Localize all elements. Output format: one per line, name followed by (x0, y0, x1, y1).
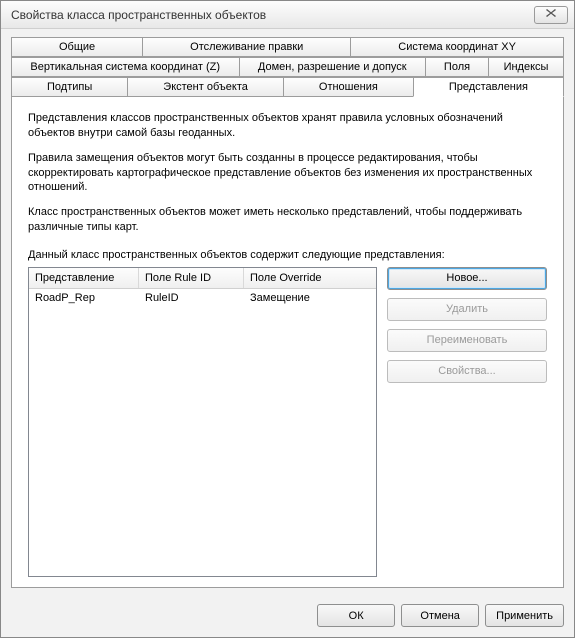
delete-button: Удалить (387, 298, 547, 321)
body-row: Представление Поле Rule ID Поле Override… (28, 267, 547, 577)
tab-relations[interactable]: Отношения (283, 77, 414, 97)
desc-paragraph-2: Правила замещения объектов могут быть со… (28, 151, 547, 196)
close-icon (546, 9, 556, 20)
cancel-button[interactable]: Отмена (401, 604, 479, 627)
dialog-footer: ОК Отмена Применить (1, 596, 574, 637)
desc-paragraph-3: Класс пространственных объектов может им… (28, 205, 547, 235)
cell-name: RoadP_Rep (29, 289, 139, 307)
content-area: Общие Отслеживание правки Система коорди… (1, 29, 574, 596)
tab-editor-tracking[interactable]: Отслеживание правки (142, 37, 351, 57)
list-header: Представление Поле Rule ID Поле Override (29, 268, 376, 289)
tab-representations[interactable]: Представления (413, 77, 564, 97)
titlebar: Свойства класса пространственных объекто… (1, 1, 574, 29)
col-rule-id[interactable]: Поле Rule ID (139, 268, 244, 288)
representations-list[interactable]: Представление Поле Rule ID Поле Override… (28, 267, 377, 577)
tab-z-coord[interactable]: Вертикальная система координат (Z) (11, 57, 240, 77)
list-label: Данный класс пространственных объектов с… (28, 249, 547, 261)
cell-override: Замещение (244, 289, 376, 307)
window-title: Свойства класса пространственных объекто… (11, 8, 534, 22)
tab-xy-coord[interactable]: Система координат XY (350, 37, 564, 57)
col-override[interactable]: Поле Override (244, 268, 376, 288)
tab-general[interactable]: Общие (11, 37, 143, 57)
close-button[interactable] (534, 6, 568, 24)
col-representation[interactable]: Представление (29, 268, 139, 288)
new-button[interactable]: Новое... (387, 267, 547, 290)
tab-strip: Общие Отслеживание правки Система коорди… (11, 37, 564, 97)
tab-page-representations: Представления классов пространственных о… (11, 97, 564, 588)
rename-button: Переименовать (387, 329, 547, 352)
properties-button: Свойства... (387, 360, 547, 383)
description-block: Представления классов пространственных о… (28, 111, 547, 245)
apply-button[interactable]: Применить (485, 604, 564, 627)
tab-fields[interactable]: Поля (425, 57, 489, 77)
tab-extent[interactable]: Экстент объекта (127, 77, 284, 97)
tab-subtypes[interactable]: Подтипы (11, 77, 128, 97)
ok-button[interactable]: ОК (317, 604, 395, 627)
side-buttons: Новое... Удалить Переименовать Свойства.… (387, 267, 547, 577)
desc-paragraph-1: Представления классов пространственных о… (28, 111, 547, 141)
list-row[interactable]: RoadP_Rep RuleID Замещение (29, 289, 376, 307)
tab-indexes[interactable]: Индексы (488, 57, 564, 77)
dialog-window: Свойства класса пространственных объекто… (0, 0, 575, 638)
cell-rule-id: RuleID (139, 289, 244, 307)
tab-domain[interactable]: Домен, разрешение и допуск (239, 57, 427, 77)
